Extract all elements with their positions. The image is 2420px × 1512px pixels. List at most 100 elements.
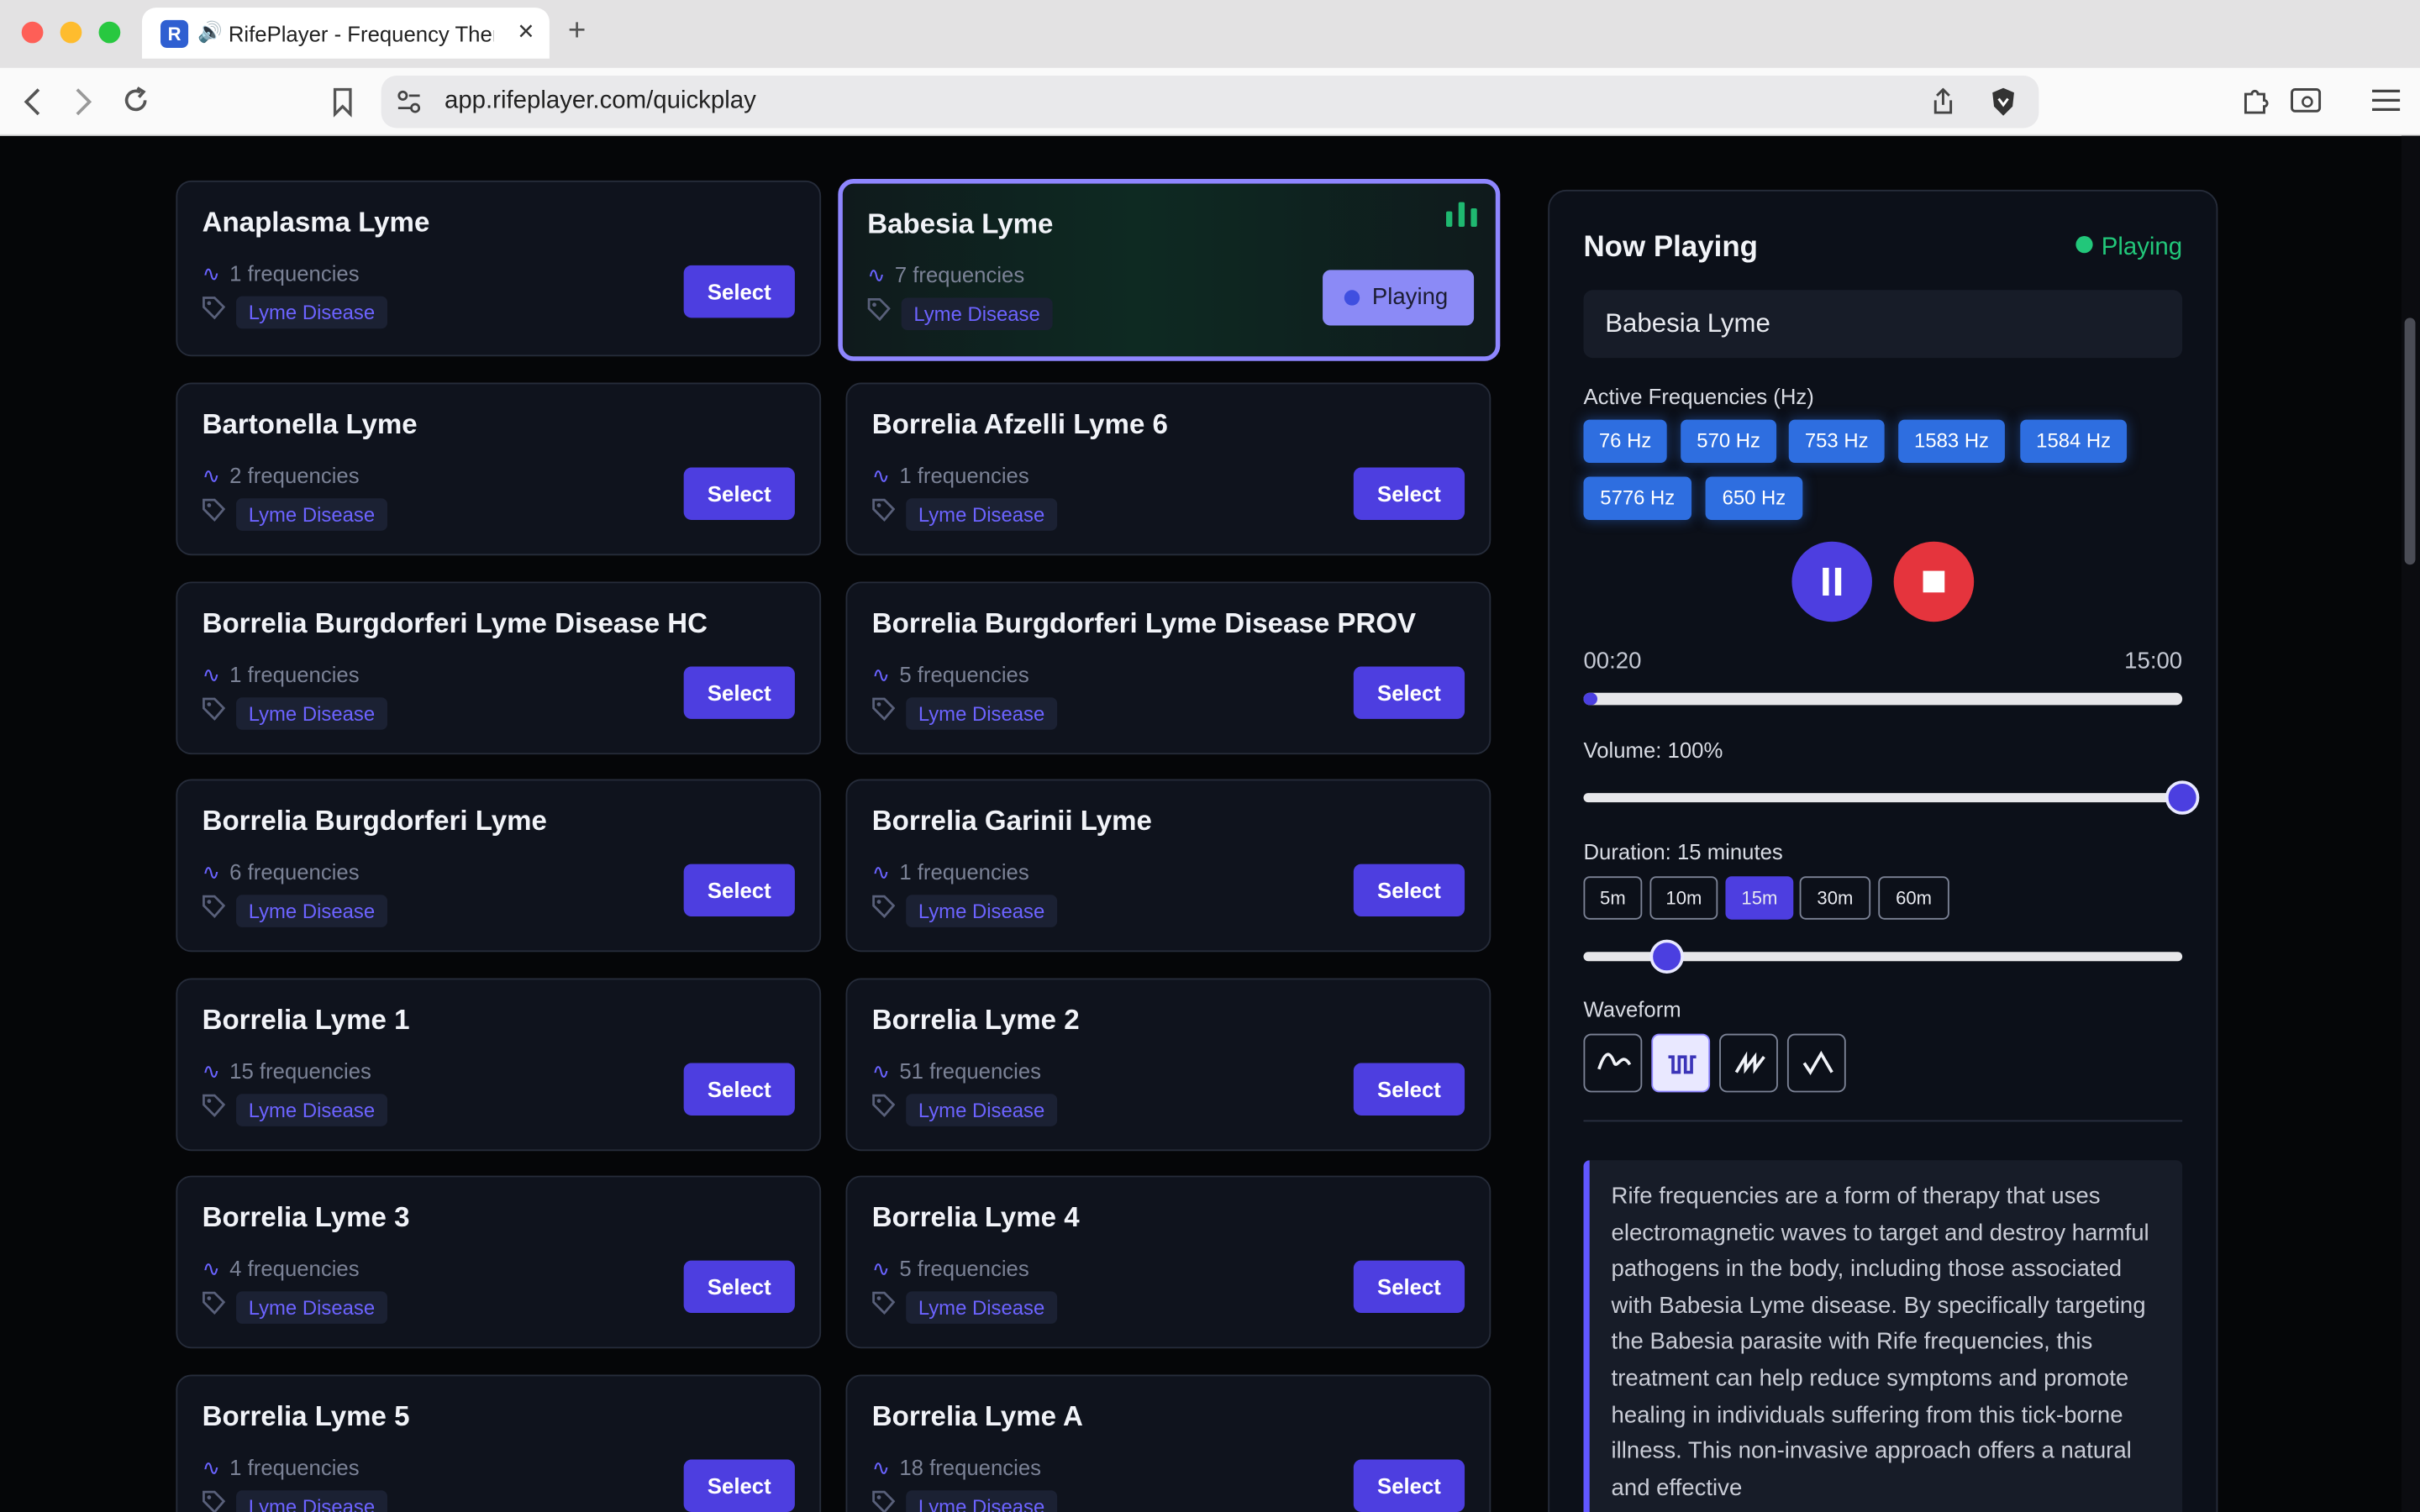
frequency-count-text: 1 frequencies bbox=[229, 661, 360, 687]
program-card[interactable]: Borrelia Afzelli Lyme 6 ∿ 1 frequencies Lym… bbox=[845, 382, 1491, 556]
category-tag: Lyme Disease bbox=[872, 697, 1057, 731]
select-button[interactable]: Select bbox=[683, 1459, 795, 1512]
select-button[interactable]: Select bbox=[1353, 1063, 1465, 1116]
tag-icon bbox=[872, 498, 897, 526]
program-card[interactable]: Borrelia Lyme A ∿ 18 frequencies Lyme Disea… bbox=[845, 1374, 1491, 1512]
duration-option-60m[interactable]: 60m bbox=[1878, 876, 1949, 920]
site-settings-icon[interactable] bbox=[397, 90, 421, 114]
duration-option-15m[interactable]: 15m bbox=[1725, 876, 1794, 920]
sawtooth-wave-icon bbox=[1734, 1051, 1765, 1074]
category-tag: Lyme Disease bbox=[872, 1094, 1057, 1127]
program-name: Anaplasma Lyme bbox=[202, 207, 430, 238]
select-button[interactable]: Select bbox=[683, 1063, 795, 1116]
waveform-icon: ∿ bbox=[202, 463, 221, 488]
pause-button[interactable] bbox=[1791, 541, 1872, 622]
frequency-count: ∿ 2 frequencies bbox=[203, 463, 360, 489]
category-tag-label: Lyme Disease bbox=[906, 498, 1057, 531]
browser-tab[interactable]: R 🔊 RifePlayer - Frequency Ther × bbox=[141, 8, 550, 59]
category-tag: Lyme Disease bbox=[872, 498, 1057, 532]
program-card[interactable]: Borrelia Garinii Lyme ∿ 1 frequencies Lyme … bbox=[845, 779, 1491, 953]
tag-icon bbox=[872, 1291, 897, 1319]
duration-slider-handle[interactable] bbox=[1650, 939, 1685, 974]
pause-icon-bar bbox=[1834, 567, 1842, 596]
frequency-count: ∿ 1 frequencies bbox=[203, 662, 360, 688]
waveform-icon: ∿ bbox=[871, 1455, 891, 1480]
progress-bar[interactable] bbox=[1583, 692, 2183, 706]
select-button[interactable]: Select bbox=[683, 1260, 795, 1314]
reload-icon[interactable] bbox=[120, 85, 151, 116]
new-tab-icon[interactable]: + bbox=[568, 14, 586, 50]
share-icon[interactable] bbox=[1931, 87, 1955, 116]
select-button[interactable]: Select bbox=[1353, 864, 1465, 917]
minimize-window-button[interactable] bbox=[60, 21, 82, 44]
select-button[interactable]: Select bbox=[683, 265, 795, 318]
frequency-count-text: 7 frequencies bbox=[894, 262, 1025, 287]
category-tag-label: Lyme Disease bbox=[906, 1490, 1057, 1512]
scrollbar-thumb[interactable] bbox=[2404, 318, 2416, 565]
program-card[interactable]: Borrelia Lyme 5 ∿ 1 frequencies Lyme Diseas… bbox=[176, 1374, 822, 1512]
sine-wave-button[interactable] bbox=[1583, 1033, 1643, 1093]
frequency-count: ∿ 18 frequencies bbox=[872, 1455, 1041, 1481]
select-button[interactable]: Select bbox=[683, 864, 795, 917]
program-card[interactable]: Borrelia Burgdorferi Lyme Disease PROV ∿ 5… bbox=[845, 581, 1491, 755]
program-card[interactable]: Borrelia Burgdorferi Lyme Disease HC ∿ 1 f… bbox=[176, 581, 822, 755]
program-name: Borrelia Burgdorferi Lyme Disease PROV bbox=[871, 607, 1417, 639]
program-card[interactable]: Borrelia Lyme 1 ∿ 15 frequencies Lyme Disea… bbox=[176, 978, 822, 1152]
select-button[interactable]: Select bbox=[1353, 467, 1465, 520]
waveform-icon: ∿ bbox=[871, 661, 891, 687]
select-button[interactable]: Select bbox=[683, 467, 795, 520]
speaker-icon[interactable]: 🔊 bbox=[197, 20, 223, 45]
program-card[interactable]: Babesia Lyme ∿ 7 frequencies Lyme Disease Pl… bbox=[838, 179, 1501, 361]
category-tag-label: Lyme Disease bbox=[906, 1094, 1057, 1126]
page-scrollbar[interactable] bbox=[2401, 135, 2420, 1512]
extensions-icon[interactable] bbox=[2241, 85, 2272, 116]
waveform-icon: ∿ bbox=[871, 1256, 891, 1281]
tag-icon bbox=[872, 1490, 897, 1512]
triangle-wave-button[interactable] bbox=[1786, 1033, 1846, 1093]
stop-button[interactable] bbox=[1893, 541, 1975, 622]
forward-icon[interactable] bbox=[71, 87, 95, 118]
program-card[interactable]: Borrelia Lyme 4 ∿ 5 frequencies Lyme Diseas… bbox=[845, 1175, 1491, 1349]
square-wave-button[interactable] bbox=[1651, 1033, 1711, 1093]
bookmark-icon[interactable] bbox=[330, 87, 355, 118]
close-window-button[interactable] bbox=[21, 21, 44, 44]
volume-slider-handle[interactable] bbox=[2165, 780, 2200, 815]
program-name: Borrelia Lyme 4 bbox=[871, 1201, 1080, 1233]
frequency-count: ∿ 5 frequencies bbox=[872, 1256, 1029, 1282]
category-tag: Lyme Disease bbox=[872, 1291, 1057, 1325]
frequency-count-text: 1 frequencies bbox=[229, 260, 360, 286]
menu-icon[interactable] bbox=[2370, 88, 2402, 113]
select-button[interactable]: Select bbox=[683, 666, 795, 719]
waveform-icon: ∿ bbox=[202, 1455, 221, 1480]
duration-option-5m[interactable]: 5m bbox=[1583, 876, 1643, 920]
frequency-chip: 5776 Hz bbox=[1583, 476, 1692, 520]
program-card[interactable]: Borrelia Lyme 2 ∿ 51 frequencies Lyme Disea… bbox=[845, 978, 1491, 1152]
frequency-count-text: 51 frequencies bbox=[899, 1058, 1042, 1084]
brave-shield-icon[interactable] bbox=[1990, 87, 2018, 118]
address-bar[interactable]: app.rifeplayer.com/quickplay bbox=[381, 75, 2039, 129]
duration-slider[interactable] bbox=[1583, 939, 2183, 974]
duration-option-30m[interactable]: 30m bbox=[1799, 876, 1871, 920]
tag-icon bbox=[872, 1094, 897, 1121]
select-button[interactable]: Select bbox=[1353, 1260, 1465, 1314]
frequency-count: ∿ 1 frequencies bbox=[203, 260, 360, 286]
back-icon[interactable] bbox=[22, 87, 46, 118]
select-button[interactable]: Select bbox=[1353, 666, 1465, 719]
close-tab-icon[interactable]: × bbox=[518, 15, 534, 48]
playing-button[interactable]: Playing bbox=[1323, 270, 1475, 326]
sawtooth-wave-button[interactable] bbox=[1719, 1033, 1778, 1093]
reader-mode-icon[interactable] bbox=[2291, 87, 2322, 114]
category-tag: Lyme Disease bbox=[872, 895, 1057, 928]
waveform-icon: ∿ bbox=[871, 859, 891, 885]
zoom-window-button[interactable] bbox=[98, 21, 121, 44]
program-card[interactable]: Bartonella Lyme ∿ 2 frequencies Lyme Diseas… bbox=[176, 382, 822, 556]
program-card[interactable]: Anaplasma Lyme ∿ 1 frequencies Lyme Disease… bbox=[176, 180, 822, 357]
tag-icon bbox=[203, 697, 227, 725]
duration-option-10m[interactable]: 10m bbox=[1649, 876, 1718, 920]
select-button[interactable]: Select bbox=[1353, 1459, 1465, 1512]
program-card[interactable]: Borrelia Lyme 3 ∿ 4 frequencies Lyme Diseas… bbox=[176, 1175, 822, 1349]
waveform-icon: ∿ bbox=[871, 463, 891, 488]
program-name: Bartonella Lyme bbox=[202, 408, 418, 440]
volume-slider[interactable] bbox=[1583, 780, 2200, 815]
program-card[interactable]: Borrelia Burgdorferi Lyme ∿ 6 frequencies L… bbox=[176, 779, 822, 953]
